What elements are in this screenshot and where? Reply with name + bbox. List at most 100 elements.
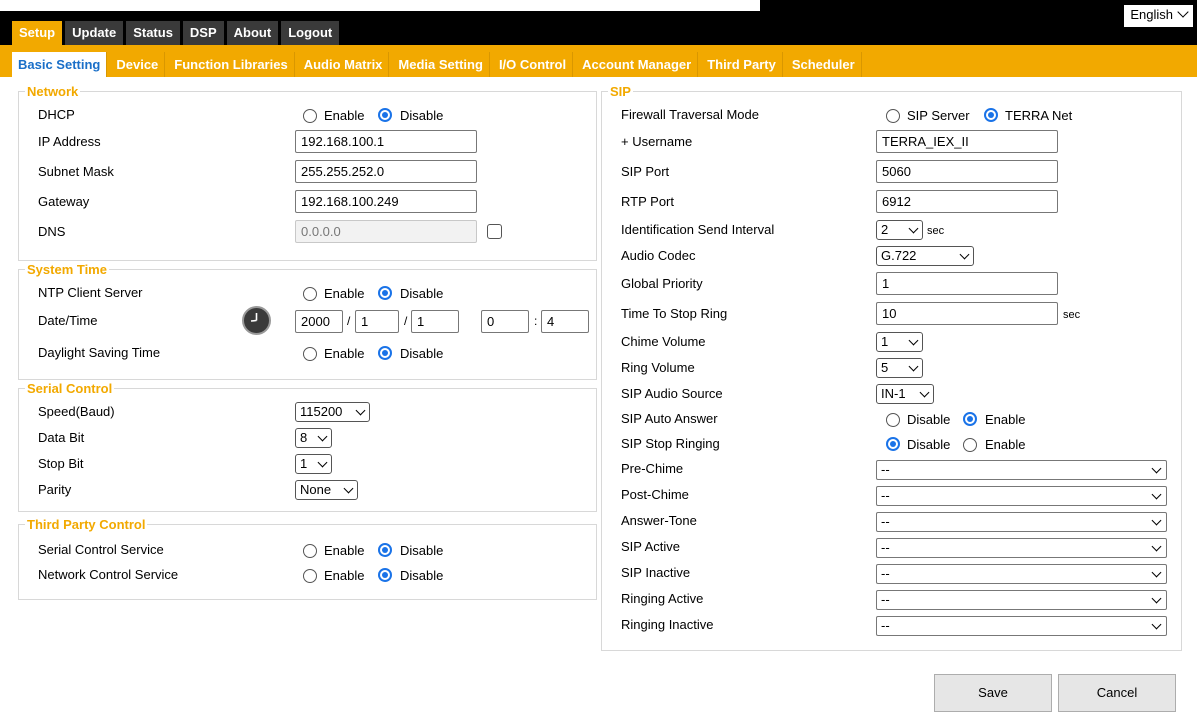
chevron-down-icon: [1151, 619, 1162, 630]
chevron-down-icon: [908, 361, 919, 372]
serial-service-enable-radio[interactable]: [303, 544, 317, 558]
tab-setup[interactable]: Setup: [12, 21, 63, 45]
hour-input[interactable]: 0: [481, 310, 529, 333]
ntp-disable-radio[interactable]: [378, 286, 392, 300]
pre-chime-label: Pre-Chime: [621, 461, 684, 476]
post-chime-select[interactable]: --: [876, 486, 1167, 506]
subtab-account-manager[interactable]: Account Manager: [576, 52, 699, 77]
tab-status[interactable]: Status: [126, 21, 180, 45]
dhcp-enable-radio[interactable]: [303, 109, 317, 123]
stop-ringing-label: SIP Stop Ringing: [621, 436, 720, 451]
priority-input[interactable]: 1: [876, 272, 1058, 295]
tab-dsp[interactable]: DSP: [182, 21, 224, 45]
dhcp-disable-radio[interactable]: [378, 108, 392, 122]
subtab-io-control[interactable]: I/O Control: [492, 52, 574, 77]
speed-label: Speed(Baud): [38, 404, 115, 419]
chevron-down-icon: [1151, 515, 1162, 526]
dns-input[interactable]: 0.0.0.0: [295, 220, 477, 243]
clock-icon[interactable]: [242, 306, 271, 335]
chime-volume-select[interactable]: 1: [876, 332, 923, 352]
codec-select[interactable]: G.722: [876, 246, 974, 266]
auto-answer-disable-label: Disable: [907, 412, 951, 427]
network-service-disable-radio[interactable]: [378, 568, 392, 582]
ringing-active-label: Ringing Active: [621, 591, 704, 606]
chevron-down-icon: [317, 457, 328, 468]
dst-enable-radio[interactable]: [303, 347, 317, 361]
chevron-down-icon: [908, 335, 919, 346]
save-button[interactable]: Save: [934, 674, 1052, 712]
chevron-down-icon: [1151, 489, 1162, 500]
subnet-mask-input[interactable]: 255.255.252.0: [295, 160, 477, 183]
parity-select[interactable]: None: [295, 480, 358, 500]
id-interval-select[interactable]: 2: [876, 220, 923, 240]
chevron-down-icon: [908, 223, 919, 234]
subtab-media-setting[interactable]: Media Setting: [392, 52, 490, 77]
ip-address-input[interactable]: 192.168.100.1: [295, 130, 477, 153]
serial-service-disable-radio[interactable]: [378, 543, 392, 557]
network-service-enable-label: Enable: [324, 568, 365, 583]
ringing-inactive-select[interactable]: --: [876, 616, 1167, 636]
gateway-input[interactable]: 192.168.100.249: [295, 190, 477, 213]
speed-select[interactable]: 115200: [295, 402, 370, 422]
tab-about[interactable]: About: [226, 21, 279, 45]
auto-answer-enable-radio[interactable]: [963, 412, 977, 426]
pre-chime-select[interactable]: --: [876, 460, 1167, 480]
sip-active-select[interactable]: --: [876, 538, 1167, 558]
stop-ringing-disable-radio[interactable]: [886, 437, 900, 451]
id-interval-value: 2: [881, 222, 889, 237]
terra-net-radio[interactable]: [984, 108, 998, 122]
sip-server-label: SIP Server: [907, 108, 970, 123]
auto-answer-disable-radio[interactable]: [886, 413, 900, 427]
network-legend: Network: [25, 84, 81, 99]
stop-ringing-enable-radio[interactable]: [963, 438, 977, 452]
subtab-basic-setting[interactable]: Basic Setting: [12, 52, 108, 77]
sip-active-label: SIP Active: [621, 539, 681, 554]
chevron-down-icon: [355, 405, 366, 416]
chevron-down-icon: [919, 387, 930, 398]
top-strip: [0, 0, 760, 11]
stop-bit-select[interactable]: 1: [295, 454, 332, 474]
year-input[interactable]: 2000: [295, 310, 343, 333]
firewall-label: Firewall Traversal Mode: [621, 107, 759, 122]
language-select[interactable]: English: [1124, 5, 1193, 27]
stop-ringing-enable-label: Enable: [985, 437, 1026, 452]
minute-input[interactable]: 4: [541, 310, 589, 333]
audio-source-select[interactable]: IN-1: [876, 384, 934, 404]
data-bit-select[interactable]: 8: [295, 428, 332, 448]
dst-label: Daylight Saving Time: [38, 345, 161, 360]
ntp-enable-radio[interactable]: [303, 287, 317, 301]
speed-value: 115200: [300, 404, 343, 419]
stop-ring-input[interactable]: 10: [876, 302, 1058, 325]
subtab-device[interactable]: Device: [110, 52, 166, 77]
chevron-down-icon: [1151, 593, 1162, 604]
month-input[interactable]: 1: [355, 310, 399, 333]
answer-tone-select[interactable]: --: [876, 512, 1167, 532]
dns-checkbox[interactable]: [487, 224, 502, 239]
day-input[interactable]: 1: [411, 310, 459, 333]
sip-legend: SIP: [608, 84, 633, 99]
dst-disable-radio[interactable]: [378, 346, 392, 360]
subtab-third-party[interactable]: Third Party: [701, 52, 783, 77]
cancel-button[interactable]: Cancel: [1058, 674, 1176, 712]
subtab-function-libraries[interactable]: Function Libraries: [168, 52, 295, 77]
sip-inactive-select[interactable]: --: [876, 564, 1167, 584]
network-service-enable-radio[interactable]: [303, 569, 317, 583]
tab-logout[interactable]: Logout: [281, 21, 340, 45]
tab-update[interactable]: Update: [65, 21, 124, 45]
subtab-scheduler[interactable]: Scheduler: [785, 52, 862, 77]
username-input[interactable]: TERRA_IEX_II: [876, 130, 1058, 153]
subtab-audio-matrix[interactable]: Audio Matrix: [297, 52, 390, 77]
sip-server-radio[interactable]: [886, 109, 900, 123]
post-chime-value: --: [881, 488, 890, 503]
ringing-active-select[interactable]: --: [876, 590, 1167, 610]
stop-ring-label: Time To Stop Ring: [621, 306, 728, 321]
ring-volume-select[interactable]: 5: [876, 358, 923, 378]
audio-source-label: SIP Audio Source: [621, 386, 723, 401]
ntp-disable-label: Disable: [400, 286, 444, 301]
dns-label: DNS: [38, 224, 66, 239]
data-bit-value: 8: [300, 430, 308, 445]
rtp-port-label: RTP Port: [621, 194, 674, 209]
rtp-port-input[interactable]: 6912: [876, 190, 1058, 213]
sip-port-input[interactable]: 5060: [876, 160, 1058, 183]
date-separator-1: /: [347, 314, 351, 328]
